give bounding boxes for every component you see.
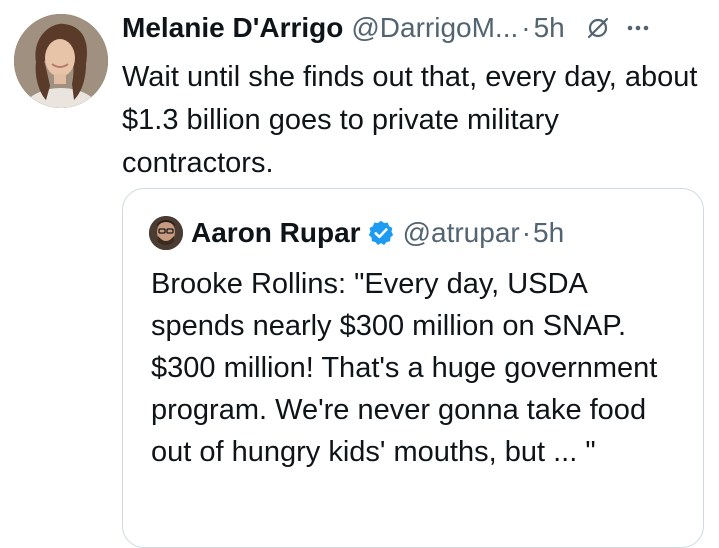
quoted-author-display-name[interactable]: Aaron Rupar: [191, 217, 361, 249]
verified-badge-icon: [367, 219, 395, 247]
tweet[interactable]: Melanie D'Arrigo @DarrigoM... · 5h Wait …: [0, 0, 719, 548]
author-handle[interactable]: @DarrigoM...: [351, 12, 518, 44]
header-separator: ·: [521, 12, 531, 43]
author-avatar[interactable]: [14, 14, 108, 108]
tweet-text: Wait until she finds out that, every day…: [122, 61, 698, 179]
more-icon[interactable]: [625, 15, 651, 41]
quoted-tweet-header: Aaron Rupar @atrupar · 5h: [149, 213, 564, 253]
author-display-name[interactable]: Melanie D'Arrigo: [122, 12, 343, 44]
quoted-tweet-text: Brooke Rollins: "Every day, USDA spends …: [151, 268, 658, 468]
tweet-header: Melanie D'Arrigo @DarrigoM... · 5h: [122, 10, 651, 46]
slashed-circle-icon[interactable]: [585, 15, 611, 41]
quoted-tweet-timestamp[interactable]: 5h: [533, 217, 564, 249]
quoted-header-separator: ·: [521, 217, 532, 248]
quoted-tweet[interactable]: Aaron Rupar @atrupar · 5h Brooke Rollins…: [122, 188, 704, 548]
quoted-author-handle[interactable]: @atrupar: [403, 217, 520, 249]
quoted-author-avatar[interactable]: [149, 216, 183, 250]
tweet-timestamp[interactable]: 5h: [534, 12, 565, 44]
